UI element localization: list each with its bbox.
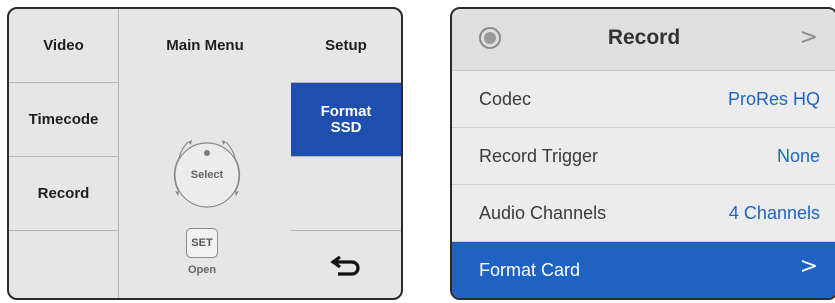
record-menu-title: Record [607, 26, 681, 49]
codec-value: ProRes HQ [727, 89, 820, 109]
select-label: Select [190, 169, 224, 181]
main-menu-title: Main Menu [166, 37, 244, 54]
set-label: SET [191, 237, 213, 249]
record-menu-header: Record > [452, 9, 835, 71]
format-label: Format [320, 102, 372, 120]
blank-button-right[interactable] [291, 157, 401, 230]
record-trigger-row[interactable]: Record Trigger None [452, 128, 835, 185]
setup-label: Setup [325, 37, 367, 54]
audio-channels-row[interactable]: Audio Channels 4 Channels [452, 185, 835, 242]
record-label: Record [37, 185, 90, 202]
record-trigger-label: Record Trigger [479, 146, 599, 166]
chevron-right-icon[interactable]: > [800, 25, 818, 50]
blank-button-left[interactable] [9, 231, 118, 298]
audio-channels-value: 4 Channels [728, 203, 820, 223]
setup-button[interactable]: Setup [291, 9, 401, 82]
audio-channels-label: Audio Channels [479, 203, 607, 223]
record-menu-panel: Record > Codec ProRes HQ Record Trigger … [450, 7, 835, 300]
select-dial[interactable]: Select [162, 130, 252, 220]
record-button[interactable]: Record [9, 157, 118, 230]
codec-row[interactable]: Codec ProRes HQ [452, 71, 835, 128]
timecode-button[interactable]: Timecode [9, 83, 118, 156]
ssd-label: SSD [330, 118, 362, 136]
back-arrow-icon [330, 255, 360, 276]
video-label: Video [43, 37, 84, 54]
chevron-right-icon: > [799, 254, 818, 279]
codec-label: Codec [479, 89, 532, 109]
set-button[interactable]: SET [186, 228, 218, 258]
video-button[interactable]: Video [9, 9, 118, 82]
format-ssd-button[interactable]: Format SSD [291, 83, 401, 156]
back-button[interactable] [291, 231, 401, 298]
open-label: Open [187, 264, 217, 276]
timecode-label: Timecode [28, 111, 99, 128]
record-trigger-value: None [776, 146, 820, 166]
format-card-row[interactable]: Format Card > [452, 242, 835, 298]
format-card-label: Format Card [479, 260, 581, 280]
